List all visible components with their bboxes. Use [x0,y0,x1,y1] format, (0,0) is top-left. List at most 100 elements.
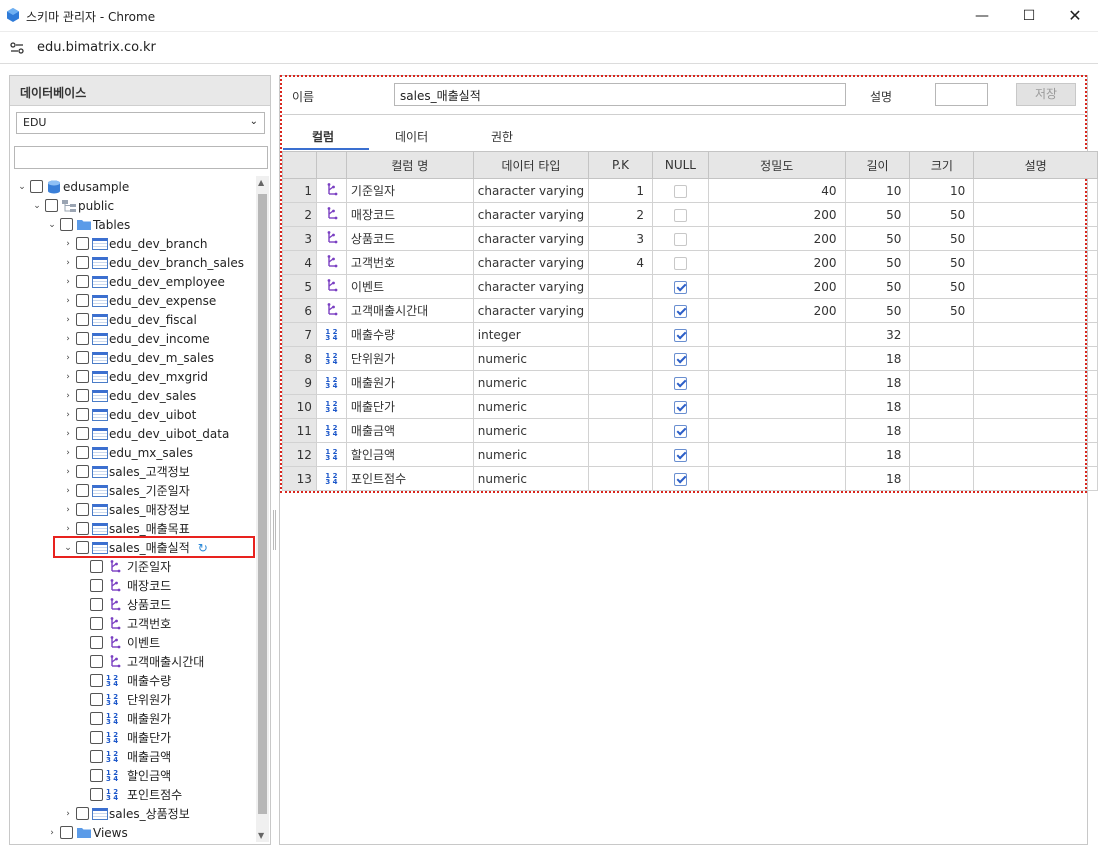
tree-node[interactable]: 상품코드 [90,595,171,614]
null-checkbox[interactable] [651,466,709,491]
header-null[interactable]: NULL [651,151,709,179]
tree-checkbox[interactable] [90,598,103,611]
tree-node[interactable]: › sales_기준일자 [63,481,190,500]
header-pk[interactable]: P.K [588,151,653,179]
table-row[interactable]: 11 1 23 4 매출금액 numeric 18 [282,418,1098,443]
tree-node[interactable]: › edu_dev_expense [63,291,216,310]
tree-checkbox[interactable] [76,522,89,535]
tree-checkbox[interactable] [76,275,89,288]
tree-checkbox[interactable] [90,712,103,725]
table-name-field[interactable]: sales_매출실적 [394,83,846,106]
tree-search-input[interactable] [14,146,268,169]
tree-node[interactable]: 1 23 4 매출금액 [90,747,171,766]
scroll-down-icon[interactable]: ▼ [258,831,264,840]
header-size[interactable]: 크기 [909,151,975,179]
null-checkbox[interactable] [651,250,709,275]
null-check[interactable] [673,256,687,270]
chevron-right-icon[interactable]: › [63,315,73,325]
chevron-right-icon[interactable]: › [63,410,73,420]
tree-node[interactable]: › edu_dev_mxgrid [63,367,208,386]
tree-node[interactable]: 1 23 4 매출단가 [90,728,171,747]
table-row[interactable]: 9 1 23 4 매출원가 numeric 18 [282,370,1098,395]
header-data-type[interactable]: 데이터 타입 [472,151,590,179]
chevron-right-icon[interactable]: › [63,391,73,401]
null-checkbox[interactable] [651,418,709,443]
description-field[interactable] [935,83,988,106]
tree-node[interactable]: 기준일자 [90,557,171,576]
null-check[interactable] [673,328,687,342]
chevron-right-icon[interactable]: › [63,524,73,534]
tree-checkbox[interactable] [90,560,103,573]
null-checkbox[interactable] [651,370,709,395]
null-check[interactable] [673,352,687,366]
null-check[interactable] [673,472,687,486]
header-length[interactable]: 길이 [844,151,911,179]
chevron-right-icon[interactable]: › [63,334,73,344]
tree-checkbox[interactable] [76,332,89,345]
tree-checkbox[interactable] [90,731,103,744]
tree-node[interactable]: › edu_dev_uibot [63,405,196,424]
table-row[interactable]: 4 고객번호 character varying 4 200 50 50 [282,250,1098,275]
tree-node[interactable]: 1 23 4 할인금액 [90,766,171,785]
null-checkbox[interactable] [651,442,709,467]
tree-scrollbar[interactable]: ▲ ▼ [256,176,269,842]
tree-node[interactable]: › sales_고객정보 [63,462,190,481]
table-row[interactable]: 10 1 23 4 매출단가 numeric 18 [282,394,1098,419]
table-row[interactable]: 7 1 23 4 매출수량 integer 32 [282,322,1098,347]
tree-node[interactable]: 매장코드 [90,576,171,595]
tree-checkbox[interactable] [76,465,89,478]
null-checkbox[interactable] [651,178,709,203]
table-row[interactable]: 1 기준일자 character varying 1 40 10 10 [282,178,1098,203]
chevron-down-icon[interactable]: ⌄ [32,201,42,211]
tree-checkbox[interactable] [76,389,89,402]
tree-node[interactable]: › sales_상품정보 [63,804,190,823]
tree-checkbox[interactable] [90,750,103,763]
null-checkbox[interactable] [651,394,709,419]
chevron-right-icon[interactable]: › [47,828,57,838]
chevron-right-icon[interactable]: › [63,809,73,819]
tree-checkbox[interactable] [76,351,89,364]
tree-checkbox[interactable] [76,294,89,307]
tree-checkbox[interactable] [60,826,73,839]
tree-node[interactable]: 1 23 4 매출수량 [90,671,171,690]
table-row[interactable]: 2 매장코드 character varying 2 200 50 50 [282,202,1098,227]
tree-node[interactable]: 1 23 4 포인트점수 [90,785,182,804]
null-check[interactable] [673,280,687,294]
table-row[interactable]: 12 1 23 4 할인금액 numeric 18 [282,442,1098,467]
chevron-right-icon[interactable]: › [63,353,73,363]
tree-checkbox[interactable] [76,446,89,459]
scroll-up-icon[interactable]: ▲ [258,178,264,187]
null-check[interactable] [673,184,687,198]
header-column-name[interactable]: 컬럼 명 [345,151,474,179]
chevron-down-icon[interactable]: ⌄ [47,220,57,230]
chevron-down-icon[interactable]: ⌄ [17,182,27,192]
tree-node[interactable]: › edu_dev_fiscal [63,310,197,329]
null-checkbox[interactable] [651,202,709,227]
tree-node[interactable]: › edu_dev_branch_sales [63,253,244,272]
tree-checkbox[interactable] [60,218,73,231]
panel-resize-handle[interactable] [273,510,276,550]
tree-node[interactable]: › Views [47,823,128,842]
tree-node[interactable]: 1 23 4 매출원가 [90,709,171,728]
site-settings-icon[interactable] [10,41,24,55]
chevron-right-icon[interactable]: › [63,239,73,249]
database-select[interactable]: EDU ⌄ [16,112,265,134]
chevron-right-icon[interactable]: › [63,486,73,496]
null-checkbox[interactable] [651,322,709,347]
tree-checkbox[interactable] [76,313,89,326]
chevron-right-icon[interactable]: › [63,296,73,306]
tree-checkbox[interactable] [76,408,89,421]
tree-checkbox[interactable] [76,807,89,820]
tree-node[interactable]: › edu_dev_employee [63,272,225,291]
tree-node[interactable]: 고객매출시간대 [90,652,204,671]
tab-data[interactable]: 데이터 [395,128,428,145]
null-check[interactable] [673,232,687,246]
tree-checkbox[interactable] [76,256,89,269]
chevron-right-icon[interactable]: › [63,429,73,439]
tree-node[interactable]: 이벤트 [90,633,160,652]
chevron-right-icon[interactable]: › [63,467,73,477]
tree-node[interactable]: 1 23 4 단위원가 [90,690,171,709]
tree-checkbox[interactable] [76,237,89,250]
null-check[interactable] [673,400,687,414]
table-row[interactable]: 5 이벤트 character varying 200 50 50 [282,274,1098,299]
